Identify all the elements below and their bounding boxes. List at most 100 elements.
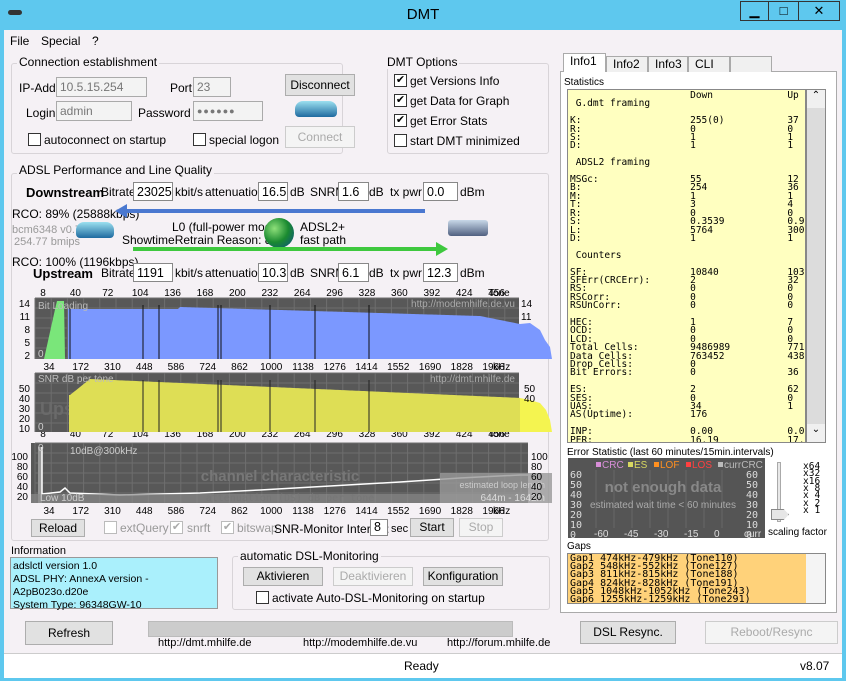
bitswap-checkbox[interactable]: ✔ bbox=[221, 521, 234, 534]
gaps-scrollbar[interactable] bbox=[806, 554, 825, 603]
legend-label: LOS bbox=[692, 460, 712, 471]
auto-startup-checkbox[interactable] bbox=[256, 591, 269, 604]
globe-icon bbox=[264, 218, 294, 248]
x-tick: -15 bbox=[684, 529, 699, 540]
bitrate-label: Bitrate bbox=[101, 185, 136, 199]
close-button[interactable]: ✕ bbox=[798, 1, 840, 21]
window-title: DMT bbox=[406, 6, 440, 23]
option-checkbox[interactable]: ✔ bbox=[394, 114, 407, 127]
y-tick: 8 bbox=[24, 325, 30, 336]
khz-tick: 1690 bbox=[419, 362, 442, 373]
tab-info3[interactable]: Info3 bbox=[648, 56, 688, 72]
gap-item: Gap6 1255kHz-1259kHz (Tone291) bbox=[570, 594, 751, 604]
link-modemhilfe[interactable]: http://modemhilfe.de.vu bbox=[303, 637, 417, 649]
password-field[interactable]: ●●●●●● bbox=[193, 101, 263, 121]
link-forum[interactable]: http://forum.mhilfe.de bbox=[447, 637, 550, 649]
menu-file[interactable]: File bbox=[10, 34, 29, 48]
link-dmt[interactable]: http://dmt.mhilfe.de bbox=[158, 637, 252, 649]
tab-empty bbox=[730, 56, 772, 72]
menu-help[interactable]: ? bbox=[92, 34, 99, 48]
tone-tick: 40 bbox=[70, 288, 82, 299]
attenuation-label: attenuation bbox=[205, 185, 265, 199]
x-tick: curr bbox=[744, 529, 762, 540]
connect-button[interactable]: Connect bbox=[285, 126, 355, 148]
autoconnect-checkbox[interactable] bbox=[28, 133, 41, 146]
interval-field[interactable]: 8 bbox=[370, 519, 388, 536]
minimize-button[interactable]: ▁ bbox=[740, 1, 769, 21]
modem-icon bbox=[295, 101, 337, 117]
tone-tick: 72 bbox=[102, 288, 114, 299]
reboot-resync-button[interactable]: Reboot/Resync bbox=[705, 621, 838, 644]
menu-special[interactable]: Special bbox=[41, 34, 80, 48]
login-field[interactable]: admin bbox=[56, 101, 132, 121]
db-unit: dB bbox=[290, 185, 305, 199]
dsl-resync-button[interactable]: DSL Resync. bbox=[580, 621, 676, 644]
legend-swatch bbox=[628, 462, 633, 467]
disconnect-button[interactable]: Disconnect bbox=[285, 74, 355, 96]
information-box: adslctl version 1.0 ADSL PHY: AnnexA vers… bbox=[10, 557, 218, 611]
extquery-checkbox[interactable] bbox=[104, 521, 117, 534]
channel-title: channel characteristic bbox=[201, 468, 359, 485]
y-tick: 20 bbox=[17, 492, 29, 503]
stop-button[interactable]: Stop bbox=[459, 518, 503, 537]
x-tick: 0 bbox=[714, 529, 720, 540]
upstream-attenuation: 10.3 bbox=[258, 263, 288, 282]
snrft-label: snrft bbox=[187, 521, 211, 535]
downstream-txpwr: 0.0 bbox=[423, 182, 458, 201]
option-checkbox[interactable]: ✔ bbox=[394, 74, 407, 87]
statistics-text: Down Up G.dmt framing K: 255(0) 37 R: 0 … bbox=[567, 89, 806, 443]
legend-label: LOF bbox=[660, 460, 679, 471]
x-tick: -30 bbox=[654, 529, 669, 540]
start-button[interactable]: Start bbox=[410, 518, 454, 537]
option-checkbox[interactable]: ✔ bbox=[394, 94, 407, 107]
db-unit: dB bbox=[290, 266, 305, 280]
khz-tick: 1690 bbox=[419, 506, 442, 515]
kbits-unit: kbit/s bbox=[175, 266, 204, 280]
upstream-txpwr: 12.3 bbox=[423, 263, 458, 282]
gaps-list: Gap1 474kHz-479kHz (Tone110) Gap2 548kHz-… bbox=[567, 553, 826, 604]
scroll-up-icon[interactable]: ⌃ bbox=[807, 90, 825, 108]
legend-swatch bbox=[718, 462, 723, 467]
scroll-down-icon[interactable]: ⌄ bbox=[807, 424, 825, 442]
statistics-label: Statistics bbox=[564, 77, 605, 88]
ip-field[interactable]: 10.5.15.254 bbox=[56, 77, 147, 97]
tab-cli[interactable]: CLI bbox=[688, 56, 730, 72]
legend-swatch bbox=[596, 462, 601, 467]
activate-button[interactable]: Aktivieren bbox=[243, 567, 323, 586]
tone-tick: 296 bbox=[326, 288, 343, 299]
port-field[interactable]: 23 bbox=[193, 77, 231, 97]
khz-tick: 586 bbox=[168, 506, 185, 515]
tone-tick: 424 bbox=[456, 288, 473, 299]
tone-tick: 360 bbox=[391, 288, 408, 299]
y-tick-right: 14 bbox=[521, 299, 533, 310]
txpwr-label: tx pwr bbox=[390, 266, 423, 280]
legend-swatch bbox=[654, 462, 659, 467]
statistics-scrollbar[interactable] bbox=[806, 89, 826, 443]
refresh-button[interactable]: Refresh bbox=[25, 621, 113, 645]
db-unit: dB bbox=[369, 266, 384, 280]
option-checkbox[interactable] bbox=[394, 134, 407, 147]
maximize-button[interactable]: □ bbox=[768, 1, 799, 21]
scale-option[interactable]: x 1 bbox=[803, 506, 820, 516]
bitswap-label: bitswap bbox=[237, 521, 278, 535]
reload-button[interactable]: Reload bbox=[31, 519, 85, 537]
tone-tick: 168 bbox=[197, 288, 214, 299]
scaling-factor-label: scaling factor bbox=[768, 527, 827, 538]
tone-tick: 392 bbox=[423, 288, 440, 299]
tab-info2[interactable]: Info2 bbox=[606, 56, 648, 72]
modem-icon bbox=[76, 222, 114, 238]
snrft-checkbox[interactable]: ✔ bbox=[170, 521, 183, 534]
special-logon-checkbox[interactable] bbox=[193, 133, 206, 146]
deactivate-button[interactable]: Deaktivieren bbox=[333, 567, 413, 586]
dbm-unit: dBm bbox=[460, 185, 485, 199]
khz-tick: 1552 bbox=[387, 506, 410, 515]
downstream-attenuation: 16.5 bbox=[258, 182, 288, 201]
khz-tick: 586 bbox=[168, 362, 185, 373]
tab-info1[interactable]: Info1 bbox=[563, 53, 606, 72]
tone-tick: 328 bbox=[359, 288, 376, 299]
configuration-button[interactable]: Konfiguration bbox=[423, 567, 503, 586]
downstream-arrow-head bbox=[115, 204, 127, 218]
option-label: get Versions Info bbox=[410, 74, 500, 88]
tone-tick: 104 bbox=[132, 288, 149, 299]
bit-url: http://modemhilfe.de.vu bbox=[411, 299, 515, 310]
